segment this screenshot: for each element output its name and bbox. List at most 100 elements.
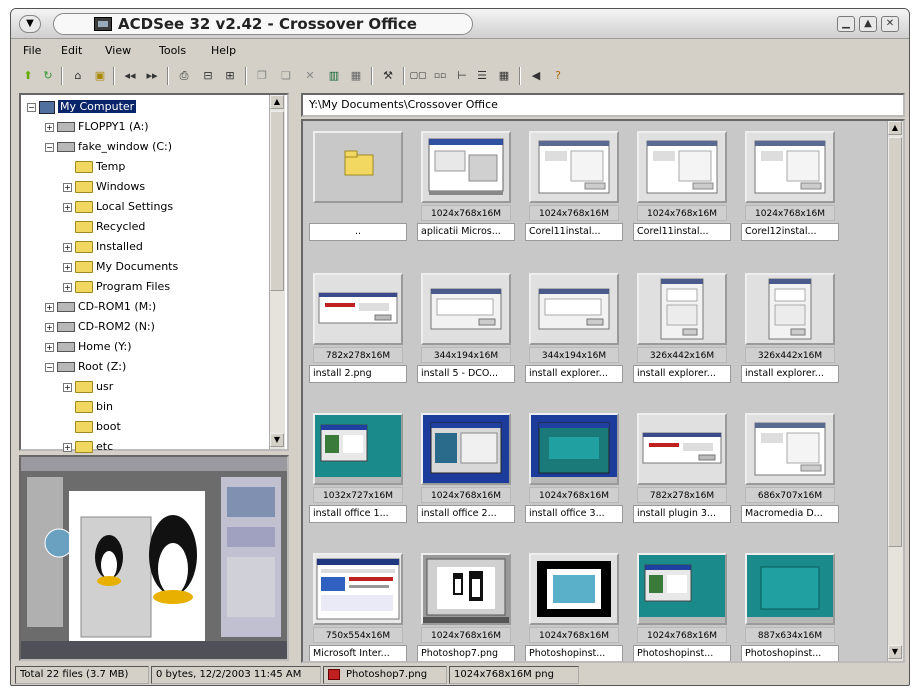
- collapse-icon[interactable]: −: [45, 362, 54, 372]
- thumbnail-item[interactable]: 1024x768x16M Corel12instal...: [741, 129, 839, 267]
- thumbnail-area[interactable]: .. 1024x768x16M aplicatii Micros... 1024x76…: [301, 119, 905, 663]
- menu-help[interactable]: Help: [211, 44, 236, 57]
- copy-icon[interactable]: ❐: [253, 67, 271, 85]
- collapse-icon[interactable]: −: [45, 142, 54, 152]
- tree-item[interactable]: + CD-ROM2 (N:): [45, 317, 155, 337]
- thumbnail-item[interactable]: 782x278x16M install plugin 3...: [633, 411, 731, 549]
- maximize-button[interactable]: ▲: [859, 16, 877, 32]
- thumbnail-scrollbar[interactable]: ▲ ▼: [887, 121, 903, 661]
- thumbnail-item[interactable]: 1024x768x16M install office 2...: [417, 411, 515, 549]
- thumbnail-item[interactable]: 344x194x16M install 5 - DCO...: [417, 271, 515, 409]
- thumbnail-image: [315, 275, 401, 343]
- refresh-icon[interactable]: ↻: [39, 67, 57, 85]
- properties-icon[interactable]: ⊞: [221, 67, 239, 85]
- close-button[interactable]: ✕: [881, 16, 899, 32]
- tree-item[interactable]: boot: [63, 417, 121, 437]
- tree-item[interactable]: + Program Files: [63, 277, 170, 297]
- thumbnail-item[interactable]: 887x634x16M Photoshopinst...: [741, 551, 839, 661]
- expand-icon[interactable]: +: [63, 242, 72, 252]
- expand-icon[interactable]: +: [63, 262, 72, 272]
- tree-item[interactable]: + Home (Y:): [45, 337, 132, 357]
- scroll-up-icon[interactable]: ▲: [270, 95, 284, 109]
- expand-icon[interactable]: +: [45, 342, 54, 352]
- thumbnail-item[interactable]: 326x442x16M install explorer...: [741, 271, 839, 409]
- thumbnail-item[interactable]: 1024x768x16M Photoshopinst...: [633, 551, 731, 661]
- collapse-icon[interactable]: −: [27, 102, 36, 112]
- thumbnail-item[interactable]: 1024x768x16M Corel11instal...: [633, 129, 731, 267]
- menu-file[interactable]: File: [23, 44, 41, 57]
- tree-item[interactable]: + Windows: [63, 177, 145, 197]
- thumbnail-image: [423, 133, 509, 201]
- expand-icon[interactable]: +: [63, 382, 72, 392]
- window-menu-button[interactable]: ▼: [19, 15, 41, 33]
- tree-view-icon[interactable]: ⊢: [453, 67, 471, 85]
- acquire-icon[interactable]: ⊟: [199, 67, 217, 85]
- scroll-down-icon[interactable]: ▼: [270, 433, 284, 447]
- thumbnail-item[interactable]: ..: [309, 129, 407, 267]
- thumbnail-item[interactable]: 344x194x16M install explorer...: [525, 271, 623, 409]
- tree-item[interactable]: + etc: [63, 437, 113, 457]
- expand-icon[interactable]: +: [45, 122, 54, 132]
- thumbnail-scroll-thumb[interactable]: [888, 137, 902, 547]
- previous-icon[interactable]: ◂◂: [121, 67, 139, 85]
- expand-icon[interactable]: +: [63, 182, 72, 192]
- delete-icon[interactable]: ✕: [301, 67, 319, 85]
- thumbnail-item[interactable]: 1024x768x16M Corel11instal...: [525, 129, 623, 267]
- tree-item[interactable]: Temp: [63, 157, 125, 177]
- thumbnail-item[interactable]: 1024x768x16M Photoshopinst...: [525, 551, 623, 661]
- up-folder-icon[interactable]: ⬆: [19, 67, 37, 85]
- thumbnail-item[interactable]: 686x707x16M Macromedia D...: [741, 411, 839, 549]
- scroll-up-icon[interactable]: ▲: [888, 121, 902, 135]
- small-icons-icon[interactable]: ▫▫: [431, 67, 449, 85]
- menu-view[interactable]: View: [105, 44, 131, 57]
- tree-item-label: etc: [96, 440, 114, 453]
- rename-icon[interactable]: ▥: [325, 67, 343, 85]
- title-bar[interactable]: ▼ ACDSee 32 v2.42 - Crossover Office ▁ ▲…: [11, 9, 909, 39]
- tree-item[interactable]: − My Computer: [27, 97, 137, 117]
- expand-icon[interactable]: +: [45, 302, 54, 312]
- folder-tree[interactable]: − My Computer + FLOPPY1 (A:) − fake_window (C…: [19, 93, 289, 453]
- expand-icon[interactable]: +: [45, 322, 54, 332]
- menu-tools[interactable]: Tools: [159, 44, 186, 57]
- slideshow-icon[interactable]: ▦: [347, 67, 365, 85]
- tree-scroll-thumb[interactable]: [270, 111, 284, 291]
- tree-item[interactable]: − fake_window (C:): [45, 137, 172, 157]
- tree-item[interactable]: Recycled: [63, 217, 145, 237]
- thumbnail-item[interactable]: 782x278x16M install 2.png: [309, 271, 407, 409]
- tree-item[interactable]: + My Documents: [63, 257, 178, 277]
- thumbnail-item[interactable]: 750x554x16M Microsoft Inter...: [309, 551, 407, 661]
- toolbar-separator: [245, 67, 247, 85]
- thumbnail-item[interactable]: 1032x727x16M install office 1...: [309, 411, 407, 549]
- tools-icon[interactable]: ⚒: [379, 67, 397, 85]
- tree-item[interactable]: + CD-ROM1 (M:): [45, 297, 156, 317]
- expand-icon[interactable]: +: [63, 282, 72, 292]
- thumbnail-filename: install 5 - DCO...: [417, 365, 515, 383]
- menu-edit[interactable]: Edit: [61, 44, 82, 57]
- tree-item[interactable]: + Local Settings: [63, 197, 173, 217]
- tree-item[interactable]: + FLOPPY1 (A:): [45, 117, 149, 137]
- view-icon[interactable]: ▣: [91, 67, 109, 85]
- tree-item[interactable]: bin: [63, 397, 113, 417]
- thumbnail-item[interactable]: 1024x768x16M Photoshop7.png: [417, 551, 515, 661]
- minimize-button[interactable]: ▁: [837, 16, 855, 32]
- tree-scrollbar[interactable]: ▲ ▼: [269, 95, 285, 449]
- thumbnail-view-icon[interactable]: ▦: [495, 67, 513, 85]
- tree-item[interactable]: − Root (Z:): [45, 357, 126, 377]
- paste-icon[interactable]: ❏: [277, 67, 295, 85]
- tree-item[interactable]: + usr: [63, 377, 113, 397]
- path-field[interactable]: Y:\My Documents\Crossover Office: [301, 93, 905, 117]
- next-icon[interactable]: ▸▸: [143, 67, 161, 85]
- large-icons-icon[interactable]: ▢▢: [409, 67, 427, 85]
- print-icon[interactable]: ⎙: [175, 67, 193, 85]
- scroll-down-icon[interactable]: ▼: [888, 645, 902, 659]
- expand-icon[interactable]: +: [63, 202, 72, 212]
- help-icon[interactable]: ?: [549, 67, 567, 85]
- tree-item[interactable]: + Installed: [63, 237, 143, 257]
- back-icon[interactable]: ◀: [527, 67, 545, 85]
- expand-icon[interactable]: +: [63, 442, 72, 452]
- list-view-icon[interactable]: ☰: [473, 67, 491, 85]
- thumbnail-item[interactable]: 1024x768x16M aplicatii Micros...: [417, 129, 515, 267]
- thumbnail-item[interactable]: 1024x768x16M install office 3...: [525, 411, 623, 549]
- thumbnail-item[interactable]: 326x442x16M install explorer...: [633, 271, 731, 409]
- browse-icon[interactable]: ⌂: [69, 67, 87, 85]
